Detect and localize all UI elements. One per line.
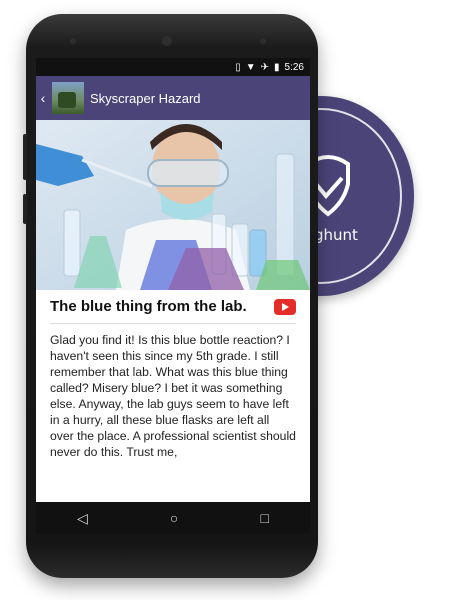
- article-title: The blue thing from the lab.: [50, 298, 247, 315]
- youtube-icon[interactable]: [274, 298, 296, 315]
- status-time: 5:26: [284, 61, 304, 73]
- front-camera: [162, 36, 172, 46]
- phone-device: ▯ ▼ ✈ ▮ 5:26 ‹ Skyscraper Hazard The blu…: [23, 14, 318, 578]
- brand-text: ghunt: [314, 226, 358, 244]
- scientist-lab-photo: [36, 120, 310, 290]
- phone-screen: ▯ ▼ ✈ ▮ 5:26 ‹ Skyscraper Hazard The blu…: [36, 58, 310, 534]
- back-nav-icon[interactable]: ◁: [77, 510, 88, 527]
- volume-button: [23, 134, 27, 180]
- sensor-dot: [260, 38, 266, 44]
- recents-nav-icon[interactable]: □: [260, 510, 268, 526]
- status-bar: ▯ ▼ ✈ ▮ 5:26: [36, 58, 310, 76]
- vibrate-icon: ▯: [235, 61, 241, 73]
- chevron-left-icon[interactable]: ‹: [36, 90, 50, 106]
- hero-image: [36, 120, 310, 290]
- app-title: Skyscraper Hazard: [90, 90, 201, 106]
- app-bar: ‹ Skyscraper Hazard: [36, 76, 310, 120]
- app-thumbnail: [52, 82, 84, 114]
- wifi-icon: ▼: [245, 61, 256, 73]
- battery-icon: ▮: [274, 61, 280, 73]
- article-heading-row: The blue thing from the lab.: [50, 298, 296, 324]
- home-nav-icon[interactable]: ○: [170, 510, 178, 526]
- article: The blue thing from the lab. Glad you fi…: [36, 290, 310, 460]
- navigation-bar: ◁ ○ □: [36, 502, 310, 534]
- airplane-icon: ✈: [260, 61, 270, 73]
- power-button: [23, 194, 27, 224]
- sensor-dot: [70, 38, 76, 44]
- article-body: Glad you find it! Is this blue bottle re…: [50, 333, 296, 459]
